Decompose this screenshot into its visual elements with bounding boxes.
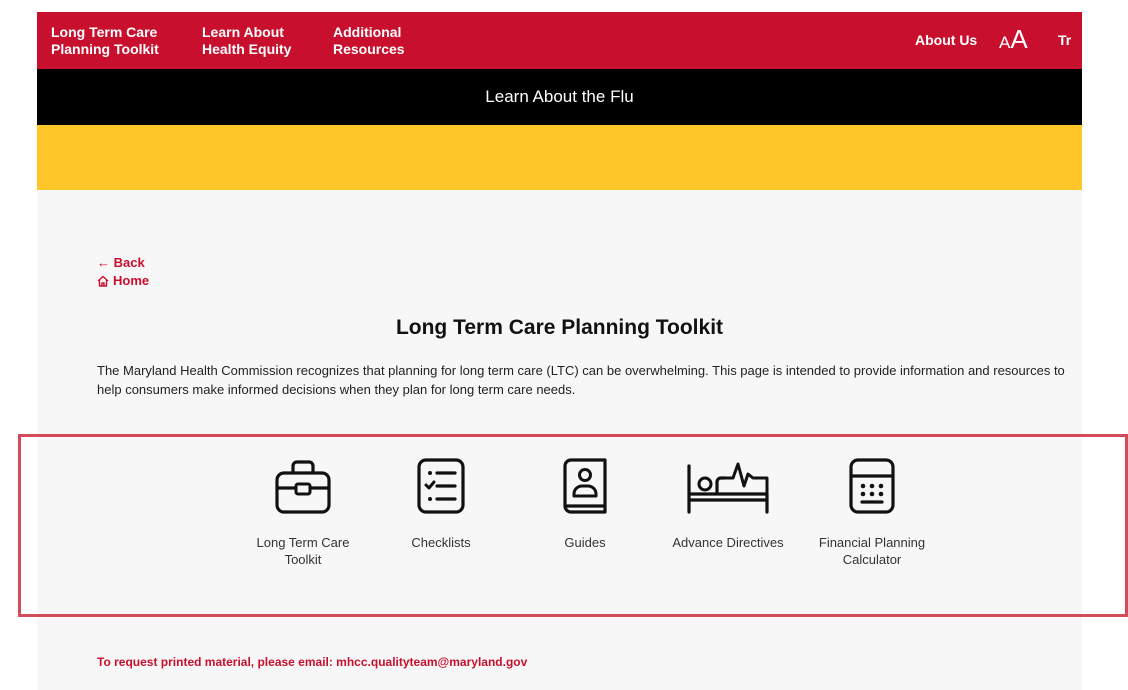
tool-guides[interactable]: Guides [520, 456, 650, 551]
tool-long-term-care-toolkit[interactable]: Long Term Care Toolkit [238, 456, 368, 568]
nav-additional-resources[interactable]: Additional Resources [333, 24, 405, 58]
tool-label: Guides [564, 535, 606, 550]
home-link-label: Home [113, 273, 150, 288]
banner-link[interactable]: Learn About the Flu [37, 87, 1082, 107]
calculator-icon [849, 458, 895, 514]
text-size-icon[interactable]: AA [999, 24, 1028, 58]
nav-health-equity[interactable]: Learn About Health Equity [202, 24, 291, 58]
tool-financial-planning-calculator[interactable]: Financial Planning Calculator [807, 456, 937, 568]
nav-ar-line1: Additional [333, 24, 402, 40]
top-navigation: Long Term Care Planning Toolkit Learn Ab… [37, 12, 1082, 69]
nav-he-line2: Health Equity [202, 41, 292, 57]
yellow-band [37, 125, 1082, 190]
print-request-email[interactable]: To request printed material, please emai… [97, 655, 527, 669]
guide-book-icon [563, 458, 607, 514]
alert-banner: Learn About the Flu [37, 69, 1082, 126]
back-link[interactable]: ← Back [97, 255, 145, 270]
bed-heartbeat-icon [687, 462, 769, 514]
tool-checklists[interactable]: Checklists [376, 456, 506, 551]
briefcase-icon [275, 460, 331, 514]
nav-ltc-line1: Long Term Care [51, 24, 158, 40]
tool-label: Advance Directives [672, 535, 784, 550]
home-icon [97, 275, 109, 287]
nav-translate[interactable]: Tr [1058, 32, 1071, 48]
tool-label: Long Term Care Toolkit [256, 535, 350, 567]
intro-paragraph: The Maryland Health Commission recognize… [97, 363, 1065, 397]
nav-ltc-line2: Planning Toolkit [51, 41, 159, 57]
nav-about-us[interactable]: About Us [915, 32, 977, 48]
page: Long Term Care Planning Toolkit Learn Ab… [37, 12, 1082, 690]
tool-advance-directives[interactable]: Advance Directives [663, 456, 793, 551]
tool-label: Checklists [411, 535, 471, 550]
checklist-icon [417, 458, 465, 514]
page-title: Long Term Care Planning Toolkit [395, 316, 724, 339]
home-link[interactable]: Home [97, 273, 149, 288]
nav-he-line1: Learn About [202, 24, 284, 40]
nav-ar-line2: Resources [333, 41, 405, 57]
nav-ltc-planning-toolkit[interactable]: Long Term Care Planning Toolkit [51, 24, 159, 58]
tool-label: Financial Planning Calculator [818, 535, 926, 567]
